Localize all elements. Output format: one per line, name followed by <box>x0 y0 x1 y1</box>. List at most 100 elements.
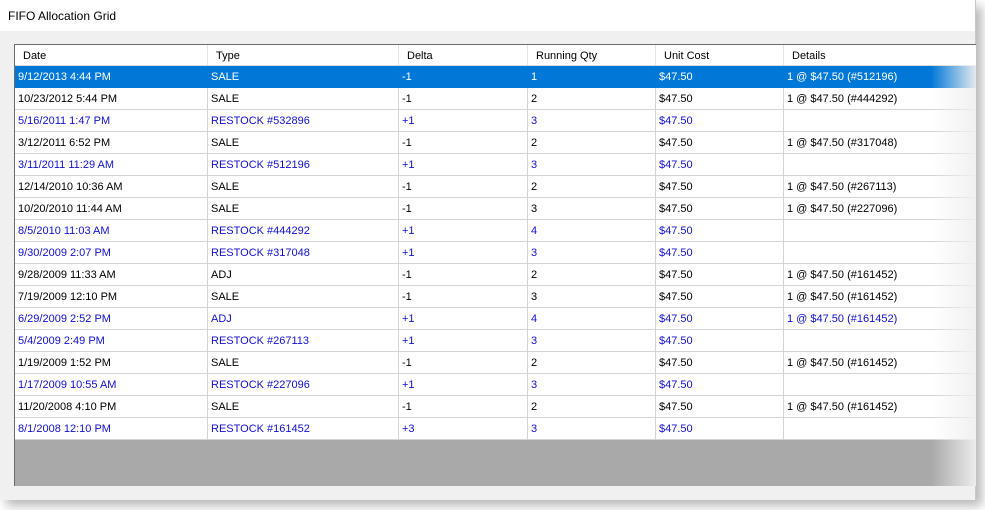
cell-delta: -1 <box>399 396 528 418</box>
cell-details: 1 @ $47.50 (#512196) <box>784 66 976 88</box>
cell-unit-cost: $47.50 <box>656 286 784 308</box>
cell-delta: -1 <box>399 66 528 88</box>
column-header-delta[interactable]: Delta <box>399 45 528 65</box>
table-row[interactable]: 9/28/2009 11:33 AM ADJ -1 2 $47.50 1 @ $47.50… <box>15 264 976 286</box>
cell-type: RESTOCK #161452 <box>208 418 399 440</box>
cell-date: 1/19/2009 1:52 PM <box>15 352 208 374</box>
cell-delta: +3 <box>399 418 528 440</box>
cell-type: ADJ <box>208 308 399 330</box>
cell-running-qty: 3 <box>528 242 656 264</box>
cell-unit-cost: $47.50 <box>656 374 784 396</box>
cell-unit-cost: $47.50 <box>656 308 784 330</box>
cell-unit-cost: $47.50 <box>656 88 784 110</box>
cell-type: SALE <box>208 198 399 220</box>
cell-unit-cost: $47.50 <box>656 66 784 88</box>
cell-type: SALE <box>208 352 399 374</box>
cell-type: RESTOCK #444292 <box>208 220 399 242</box>
table-row[interactable]: 8/5/2010 11:03 AM RESTOCK #444292 +1 4 $47.5… <box>15 220 976 242</box>
title-bar: FIFO Allocation Grid <box>0 0 975 31</box>
cell-unit-cost: $47.50 <box>656 418 784 440</box>
cell-date: 10/20/2010 11:44 AM <box>15 198 208 220</box>
cell-date: 9/28/2009 11:33 AM <box>15 264 208 286</box>
cell-delta: +1 <box>399 220 528 242</box>
cell-running-qty: 3 <box>528 198 656 220</box>
table-row[interactable]: 10/20/2010 11:44 AM SALE -1 3 $47.50 1 @ $47.… <box>15 198 976 220</box>
table-row[interactable]: 10/23/2012 5:44 PM SALE -1 2 $47.50 1 @ $47.5… <box>15 88 976 110</box>
cell-details: 1 @ $47.50 (#444292) <box>784 88 976 110</box>
cell-date: 6/29/2009 2:52 PM <box>15 308 208 330</box>
column-header-running-qty[interactable]: Running Qty <box>528 45 656 65</box>
cell-delta: +1 <box>399 330 528 352</box>
cell-type: RESTOCK #532896 <box>208 110 399 132</box>
cell-details: 1 @ $47.50 (#227096) <box>784 198 976 220</box>
cell-date: 5/16/2011 1:47 PM <box>15 110 208 132</box>
table-row[interactable]: 5/4/2009 2:49 PM RESTOCK #267113 +1 3 $47.50 <box>15 330 976 352</box>
cell-type: RESTOCK #512196 <box>208 154 399 176</box>
cell-date: 11/20/2008 4:10 PM <box>15 396 208 418</box>
table-row[interactable]: 3/12/2011 6:52 PM SALE -1 2 $47.50 1 @ $47.50… <box>15 132 976 154</box>
cell-date: 3/11/2011 11:29 AM <box>15 154 208 176</box>
cell-running-qty: 1 <box>528 66 656 88</box>
table-row[interactable]: 3/11/2011 11:29 AM RESTOCK #512196 +1 3 $47.… <box>15 154 976 176</box>
table-row[interactable]: 8/1/2008 12:10 PM RESTOCK #161452 +3 3 $47.5… <box>15 418 976 440</box>
allocation-grid[interactable]: Date Type Delta Running Qty Unit Cost De… <box>14 44 976 486</box>
column-header-type[interactable]: Type <box>208 45 399 65</box>
cell-running-qty: 3 <box>528 418 656 440</box>
cell-details <box>784 330 976 352</box>
cell-running-qty: 3 <box>528 330 656 352</box>
cell-type: RESTOCK #227096 <box>208 374 399 396</box>
window-title: FIFO Allocation Grid <box>8 9 117 23</box>
cell-delta: +1 <box>399 154 528 176</box>
cell-type: SALE <box>208 396 399 418</box>
cell-running-qty: 4 <box>528 220 656 242</box>
cell-running-qty: 2 <box>528 132 656 154</box>
cell-unit-cost: $47.50 <box>656 176 784 198</box>
table-row[interactable]: 12/14/2010 10:36 AM SALE -1 2 $47.50 1 @ $47.… <box>15 176 976 198</box>
cell-date: 10/23/2012 5:44 PM <box>15 88 208 110</box>
cell-running-qty: 3 <box>528 154 656 176</box>
cell-type: SALE <box>208 66 399 88</box>
cell-unit-cost: $47.50 <box>656 396 784 418</box>
cell-details <box>784 418 976 440</box>
cell-unit-cost: $47.50 <box>656 352 784 374</box>
cell-delta: -1 <box>399 264 528 286</box>
cell-unit-cost: $47.50 <box>656 110 784 132</box>
table-row[interactable]: 1/19/2009 1:52 PM SALE -1 2 $47.50 1 @ $47.50… <box>15 352 976 374</box>
cell-details <box>784 242 976 264</box>
cell-delta: +1 <box>399 110 528 132</box>
cell-unit-cost: $47.50 <box>656 132 784 154</box>
cell-details <box>784 374 976 396</box>
cell-running-qty: 3 <box>528 286 656 308</box>
cell-type: SALE <box>208 286 399 308</box>
cell-unit-cost: $47.50 <box>656 330 784 352</box>
cell-date: 8/1/2008 12:10 PM <box>15 418 208 440</box>
table-row[interactable]: 5/16/2011 1:47 PM RESTOCK #532896 +1 3 $47.5… <box>15 110 976 132</box>
table-row[interactable]: 1/17/2009 10:55 AM RESTOCK #227096 +1 3 $47.… <box>15 374 976 396</box>
cell-unit-cost: $47.50 <box>656 264 784 286</box>
cell-delta: +1 <box>399 242 528 264</box>
cell-details: 1 @ $47.50 (#161452) <box>784 308 976 330</box>
cell-type: ADJ <box>208 264 399 286</box>
table-row[interactable]: 6/29/2009 2:52 PM ADJ +1 4 $47.50 1 @ $47.50 … <box>15 308 976 330</box>
grid-header: Date Type Delta Running Qty Unit Cost De… <box>15 45 976 66</box>
table-row[interactable]: 11/20/2008 4:10 PM SALE -1 2 $47.50 1 @ $47.5… <box>15 396 976 418</box>
cell-running-qty: 2 <box>528 352 656 374</box>
cell-details: 1 @ $47.50 (#161452) <box>784 352 976 374</box>
column-header-date[interactable]: Date <box>15 45 208 65</box>
cell-type: SALE <box>208 132 399 154</box>
column-header-details[interactable]: Details <box>784 45 976 65</box>
table-row[interactable]: 7/19/2009 12:10 PM SALE -1 3 $47.50 1 @ $47.5… <box>15 286 976 308</box>
cell-date: 12/14/2010 10:36 AM <box>15 176 208 198</box>
cell-date: 9/30/2009 2:07 PM <box>15 242 208 264</box>
cell-running-qty: 3 <box>528 374 656 396</box>
cell-running-qty: 3 <box>528 110 656 132</box>
cell-delta: -1 <box>399 88 528 110</box>
cell-running-qty: 2 <box>528 264 656 286</box>
table-row[interactable]: 9/30/2009 2:07 PM RESTOCK #317048 +1 3 $47.5… <box>15 242 976 264</box>
cell-delta: -1 <box>399 132 528 154</box>
cell-date: 5/4/2009 2:49 PM <box>15 330 208 352</box>
cell-details: 1 @ $47.50 (#317048) <box>784 132 976 154</box>
table-row[interactable]: 9/12/2013 4:44 PM SALE -1 1 $47.50 1 @ $47.50… <box>15 66 976 88</box>
cell-delta: -1 <box>399 352 528 374</box>
column-header-unit-cost[interactable]: Unit Cost <box>656 45 784 65</box>
